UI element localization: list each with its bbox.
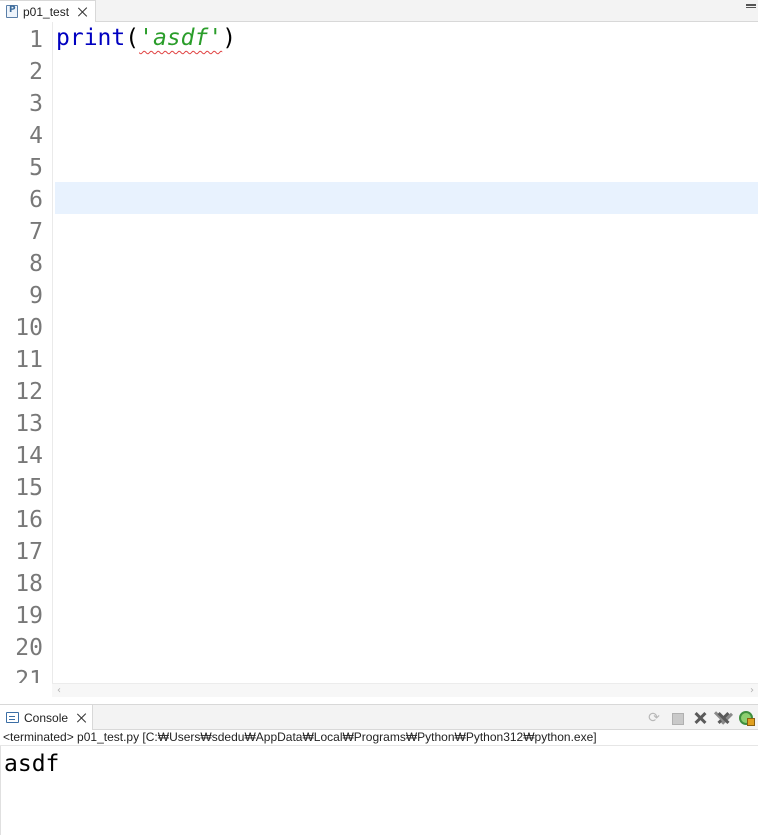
console-output-line: asdf (4, 751, 60, 777)
line-number: 17 (15, 539, 43, 565)
code-line-1[interactable]: print('asdf') (56, 22, 236, 54)
display-selected-console-icon[interactable] (738, 710, 755, 726)
python-file-icon (6, 5, 18, 18)
line-number: 3 (29, 91, 43, 117)
line-number: 1 (29, 27, 43, 53)
terminate-icon[interactable] (669, 710, 685, 726)
line-number: 16 (15, 507, 43, 533)
scroll-left-icon[interactable]: ‹ (57, 686, 65, 696)
line-number: 20 (15, 635, 43, 661)
open-paren: ( (125, 25, 140, 51)
line-number: 7 (29, 219, 43, 245)
line-number-gutter: 1 2 3 4 5 6 7 8 9 10 11 12 13 14 15 16 1… (0, 22, 52, 683)
editor-tab-label: p01_test (23, 4, 70, 19)
console-tab-label: Console (24, 710, 69, 725)
close-icon[interactable] (78, 7, 88, 17)
line-number: 9 (29, 283, 43, 309)
line-number: 2 (29, 59, 43, 85)
line-number: 14 (15, 443, 43, 469)
line-number: 11 (15, 347, 43, 373)
console-tab[interactable]: Console (0, 705, 93, 730)
line-number: 8 (29, 251, 43, 277)
console-toolbar: ⟳ (646, 709, 755, 727)
close-icon[interactable] (77, 713, 87, 723)
remove-launch-icon[interactable] (692, 710, 708, 726)
code-editor[interactable]: 1 2 3 4 5 6 7 8 9 10 11 12 13 14 15 16 1… (0, 22, 758, 683)
relaunch-icon[interactable]: ⟳ (646, 710, 662, 726)
console-tab-bar: Console ⟳ (0, 704, 758, 730)
scroll-right-icon[interactable]: › (750, 686, 758, 696)
console-process-status: <terminated> p01_test.py [C:₩Users₩sdedu… (0, 730, 758, 746)
line-number: 19 (15, 603, 43, 629)
minimize-icon[interactable] (746, 4, 756, 8)
line-number: 21 (15, 667, 43, 683)
console-icon (6, 712, 19, 723)
keyword-print: print (56, 25, 126, 51)
line-number: 5 (29, 155, 43, 181)
string-literal: 'asdf' (139, 25, 223, 51)
editor-tab-p01-test[interactable]: p01_test (0, 0, 96, 22)
line-number: 12 (15, 379, 43, 405)
remove-all-terminated-icon[interactable] (715, 710, 731, 726)
line-number: 6 (29, 187, 43, 213)
console-output-area[interactable]: asdf (0, 746, 758, 835)
line-number: 13 (15, 411, 43, 437)
line-number: 4 (29, 123, 43, 149)
line-number: 10 (15, 315, 43, 341)
line-number: 15 (15, 475, 43, 501)
line-number: 18 (15, 571, 43, 597)
current-line-highlight (55, 182, 758, 214)
editor-tab-bar: p01_test (0, 0, 758, 22)
horizontal-scrollbar[interactable]: ‹ › (52, 683, 758, 697)
gutter-divider (52, 22, 53, 683)
close-paren: ) (222, 25, 237, 51)
